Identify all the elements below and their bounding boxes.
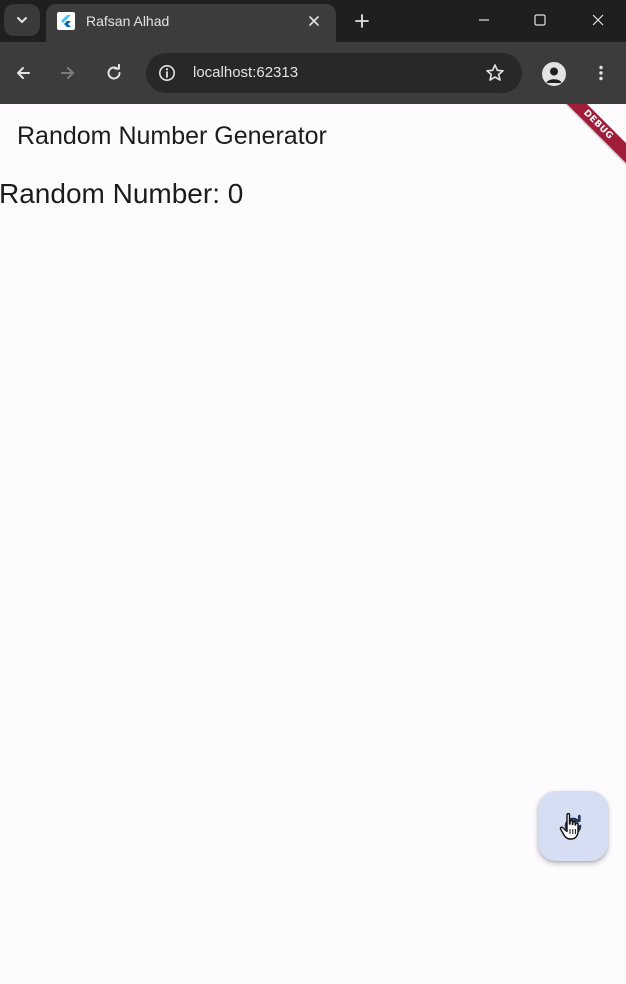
app-viewport: Random Number Generator Random Number: 0… [0,104,626,984]
back-button[interactable] [5,55,41,91]
tab-title: Rafsan Alhad [86,13,170,29]
browser-toolbar: localhost:62313 [0,42,626,104]
maximize-icon [534,14,546,26]
profile-avatar-icon[interactable] [542,62,566,86]
reload-icon [107,64,121,80]
arrow-right-icon [61,67,74,79]
address-bar[interactable]: localhost:62313 [146,53,522,93]
arrow-left-icon [17,67,30,79]
window-close-button[interactable] [578,4,618,36]
minimize-icon [479,19,489,21]
browser-tab[interactable]: Rafsan Alhad [46,4,336,42]
close-icon [592,14,604,26]
more-vert-icon [599,65,603,81]
minimize-button[interactable] [464,4,504,36]
page-title: Random Number Generator [17,122,327,150]
reload-button[interactable] [96,55,132,91]
maximize-button[interactable] [520,4,560,36]
tab-close-button[interactable] [304,11,324,31]
new-tab-button[interactable] [349,8,375,34]
browser-tab-strip: Rafsan Alhad [0,0,626,42]
forward-button[interactable] [50,55,86,91]
close-icon [309,16,319,26]
tab-search-button[interactable] [4,4,40,36]
bookmark-star-icon[interactable] [484,62,506,84]
chevron-down-icon [17,17,27,24]
debug-banner: DEBUG [554,104,626,169]
browser-menu-button[interactable] [583,55,619,91]
flutter-icon [57,12,75,30]
site-info-icon[interactable] [156,62,178,84]
hand-pointer-cursor-icon [559,812,579,840]
random-number-text: Random Number: 0 [0,178,244,209]
plus-icon [355,14,369,28]
url-text: localhost:62313 [193,64,299,81]
